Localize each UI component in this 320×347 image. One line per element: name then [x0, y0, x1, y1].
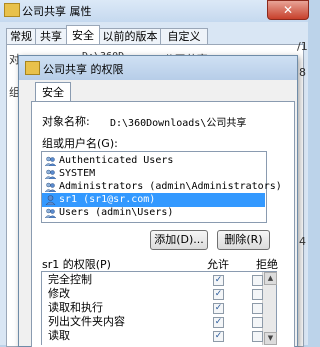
deny-checkbox[interactable] [252, 331, 263, 342]
permission-row: 读取 ✓ [42, 329, 276, 343]
security-panel: 对象名称: D:\360Downloads\公司共享 组或用户名(G): Aut… [31, 101, 295, 347]
folder-icon [4, 3, 20, 17]
folder-icon [25, 61, 40, 75]
permission-name: 完全控制 [48, 273, 92, 286]
group-or-user-label: 组或用户名(G): [42, 137, 118, 150]
object-name-label: 对象名称: [42, 115, 90, 128]
deny-column-header: 拒绝 [256, 258, 278, 271]
list-item[interactable]: Users (admin\Users) [42, 206, 265, 220]
permission-row: 读取和执行 ✓ [42, 301, 276, 315]
list-item-label: Administrators (admin\Administrators) [59, 181, 282, 192]
list-item[interactable]: Administrators (admin\Administrators) [42, 180, 282, 194]
users-listbox[interactable]: Authenticated Users SYSTEM Administrators … [41, 151, 282, 223]
bg-peek-8: 8 [299, 66, 306, 79]
permissions-dialog: 公司共享 的权限 安全 对象名称: D:\360Downloads\公司共享 组… [18, 55, 298, 347]
list-item-label: Authenticated Users [59, 155, 174, 166]
permission-row: 完全控制 ✓ [42, 273, 276, 287]
users-icon [44, 182, 57, 193]
allow-checkbox[interactable]: ✓ [213, 317, 224, 328]
tab-general[interactable]: 常规 [6, 28, 36, 45]
tab-security[interactable]: 安全 [35, 82, 71, 103]
deny-checkbox[interactable] [252, 303, 263, 314]
dialog-titlebar[interactable]: 公司共享 的权限 [19, 56, 297, 80]
tab-sharing[interactable]: 共享 [35, 28, 67, 45]
add-button[interactable]: 添加(D)... [150, 230, 208, 250]
list-item-label: Users (admin\Users) [59, 207, 174, 218]
users-icon [44, 169, 57, 180]
close-button[interactable]: ✕ [267, 0, 309, 20]
deny-checkbox[interactable] [252, 289, 263, 300]
users-icon [44, 208, 57, 219]
permissions-list: ▲ ▼ 完全控制 ✓ 修改 ✓ 读取和执行 ✓ 列出文件夹内容 ✓ 读取 ✓ [41, 271, 277, 345]
close-icon[interactable]: ✕ [283, 3, 293, 17]
permissions-for-label: sr1 的权限(P) [42, 258, 111, 271]
deny-checkbox[interactable] [252, 317, 263, 328]
bg-peek-digits: /1 [297, 40, 308, 53]
permission-name: 读取 [48, 329, 70, 342]
bg-titlebar: 公司共享 属性 ✕ [0, 0, 309, 22]
allow-column-header: 允许 [207, 258, 229, 271]
allow-checkbox[interactable]: ✓ [213, 303, 224, 314]
tab-customize[interactable]: 自定义 [160, 28, 208, 45]
permission-row: 列出文件夹内容 ✓ [42, 315, 276, 329]
users-icon [44, 156, 57, 167]
bg-window-title: 公司共享 属性 [22, 5, 92, 18]
list-item[interactable]: sr1 (sr1@sr.com) [42, 193, 265, 207]
dialog-title: 公司共享 的权限 [43, 63, 124, 76]
tab-security[interactable]: 安全 [66, 25, 100, 46]
permission-row: 修改 ✓ [42, 287, 276, 301]
permission-name: 读取和执行 [48, 301, 103, 314]
list-item[interactable]: SYSTEM [42, 167, 265, 181]
user-icon [45, 195, 56, 206]
remove-button[interactable]: 删除(R) [217, 230, 270, 250]
allow-checkbox[interactable]: ✓ [213, 275, 224, 286]
allow-checkbox[interactable]: ✓ [213, 331, 224, 342]
permission-name: 修改 [48, 287, 70, 300]
deny-checkbox[interactable] [252, 275, 263, 286]
object-name-value: D:\360Downloads\公司共享 [110, 118, 247, 129]
bg-peek-tail: 4 [299, 235, 306, 248]
list-item-label: SYSTEM [59, 168, 96, 179]
allow-checkbox[interactable]: ✓ [213, 289, 224, 300]
tab-previous-versions[interactable]: 以前的版本 [99, 28, 161, 45]
list-item[interactable]: Authenticated Users [42, 154, 265, 168]
permission-name: 列出文件夹内容 [48, 315, 125, 328]
list-item-label: sr1 (sr1@sr.com) [59, 194, 156, 205]
